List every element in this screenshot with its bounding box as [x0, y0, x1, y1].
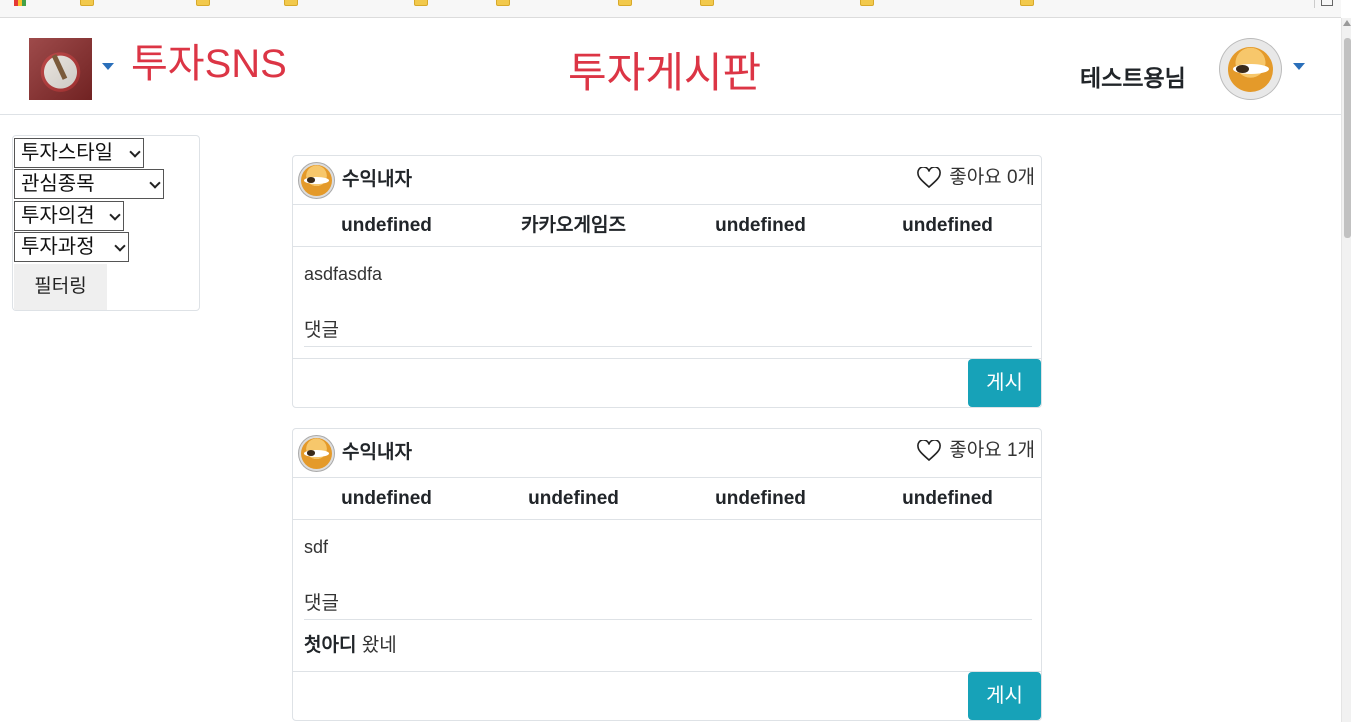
select-label: 관심종목: [21, 173, 95, 195]
like-count: 좋아요 1개: [949, 440, 1035, 461]
author-name[interactable]: 수익내자: [342, 168, 412, 192]
folder-icon: [1020, 0, 1034, 6]
comments-heading: 댓글: [304, 592, 1032, 620]
author-name[interactable]: 수익내자: [342, 441, 412, 465]
bookmark-folder[interactable]: [860, 0, 874, 8]
comment-item: 첫아디 왔네: [304, 634, 397, 658]
heart-icon[interactable]: [917, 440, 942, 462]
post-comment-button[interactable]: 게시: [968, 672, 1041, 720]
bookmark-folder[interactable]: [284, 0, 298, 8]
filter-panel: 투자스타일 관심종목 투자의견 투자과정 필터링: [12, 135, 200, 311]
like-control[interactable]: 좋아요 1개: [917, 439, 1035, 463]
page-scrollbar[interactable]: [1341, 18, 1351, 722]
apps-shortcut[interactable]: [14, 0, 26, 8]
select-label: 투자스타일: [21, 142, 113, 164]
author-avatar[interactable]: [298, 435, 335, 472]
bookmark-folder[interactable]: [496, 0, 510, 8]
post-tags: undefined 카카오게임즈 undefined undefined: [293, 205, 1041, 247]
tag-investment-process: undefined: [902, 215, 993, 236]
post-card: 수익내자 좋아요 0개 undefined 카카오게임즈 undefined u…: [292, 155, 1042, 408]
brand-title[interactable]: 투자SNS: [131, 40, 287, 88]
tag-investment-style: undefined: [341, 488, 432, 509]
post-tags: undefined undefined undefined undefined: [293, 478, 1041, 520]
tag-interest-stock: 카카오게임즈: [521, 215, 626, 236]
divider: [1314, 0, 1315, 8]
select-label: 투자의견: [21, 205, 95, 227]
tag-investment-process: undefined: [902, 488, 993, 509]
bookmark-folder[interactable]: [618, 0, 632, 8]
site-header: 투자SNS 투자게시판 테스트용님: [0, 18, 1341, 115]
tag-investment-style: undefined: [341, 215, 432, 236]
post-body: asdfasdfa: [304, 264, 383, 284]
reading-list-icon: [1321, 0, 1333, 6]
folder-icon: [284, 0, 298, 6]
chevron-down-icon: [129, 146, 141, 158]
bookmarks-bar: [0, 0, 1341, 18]
folder-icon: [860, 0, 874, 6]
interest-stock-select[interactable]: 관심종목: [14, 169, 164, 199]
comment-form: 게시: [293, 671, 1041, 721]
bookmark-folder[interactable]: [700, 0, 714, 8]
chevron-down-icon: [149, 177, 161, 189]
tag-investment-opinion: undefined: [715, 488, 806, 509]
scrollbar-thumb[interactable]: [1344, 38, 1351, 238]
investment-opinion-select[interactable]: 투자의견: [14, 201, 124, 231]
chevron-down-icon: [109, 209, 121, 221]
folder-icon: [196, 0, 210, 6]
comment-form: 게시: [293, 358, 1041, 408]
investment-style-select[interactable]: 투자스타일: [14, 138, 144, 168]
bookmark-folder[interactable]: [196, 0, 210, 8]
user-dropdown-caret-icon[interactable]: [1293, 63, 1305, 70]
user-name: 테스트용님: [1080, 65, 1186, 91]
comment-text: 왔네: [361, 635, 397, 656]
select-label: 투자과정: [21, 236, 95, 258]
post-comment-button[interactable]: 게시: [968, 359, 1041, 407]
filter-button[interactable]: 필터링: [14, 264, 107, 310]
folder-icon: [496, 0, 510, 6]
post-header: 수익내자 좋아요 0개: [293, 156, 1041, 205]
user-avatar[interactable]: [1219, 38, 1282, 100]
tag-investment-opinion: undefined: [715, 215, 806, 236]
page-title: 투자게시판: [568, 49, 762, 96]
like-control[interactable]: 좋아요 0개: [917, 166, 1035, 190]
apps-icon: [14, 0, 26, 6]
avatar-face-icon: [301, 438, 332, 469]
author-avatar[interactable]: [298, 162, 335, 199]
post-header: 수익내자 좋아요 1개: [293, 429, 1041, 478]
comments-heading: 댓글: [304, 319, 1032, 347]
chevron-down-icon: [114, 240, 126, 252]
tag-interest-stock: undefined: [528, 488, 619, 509]
reading-list[interactable]: [1314, 0, 1333, 8]
heart-icon[interactable]: [917, 167, 942, 189]
folder-icon: [618, 0, 632, 6]
folder-icon: [700, 0, 714, 6]
comment-input[interactable]: [293, 672, 963, 721]
folder-icon: [414, 0, 428, 6]
investment-process-select[interactable]: 투자과정: [14, 232, 129, 262]
logo-dropdown-caret-icon[interactable]: [102, 63, 114, 70]
comment-input[interactable]: [293, 359, 963, 408]
logo-image[interactable]: [29, 38, 92, 100]
bookmark-folder[interactable]: [414, 0, 428, 8]
post-body: sdf: [304, 537, 329, 557]
avatar-face-icon: [1228, 47, 1273, 92]
like-count: 좋아요 0개: [949, 167, 1035, 188]
post-card: 수익내자 좋아요 1개 undefined undefined undefine…: [292, 428, 1042, 721]
bookmark-folder[interactable]: [1020, 0, 1034, 8]
folder-icon: [80, 0, 94, 6]
avatar-face-icon: [301, 165, 332, 196]
scroll-up-arrow-icon[interactable]: [1343, 20, 1351, 26]
comment-author: 첫아디: [304, 635, 357, 656]
bookmark-folder[interactable]: [80, 0, 94, 8]
